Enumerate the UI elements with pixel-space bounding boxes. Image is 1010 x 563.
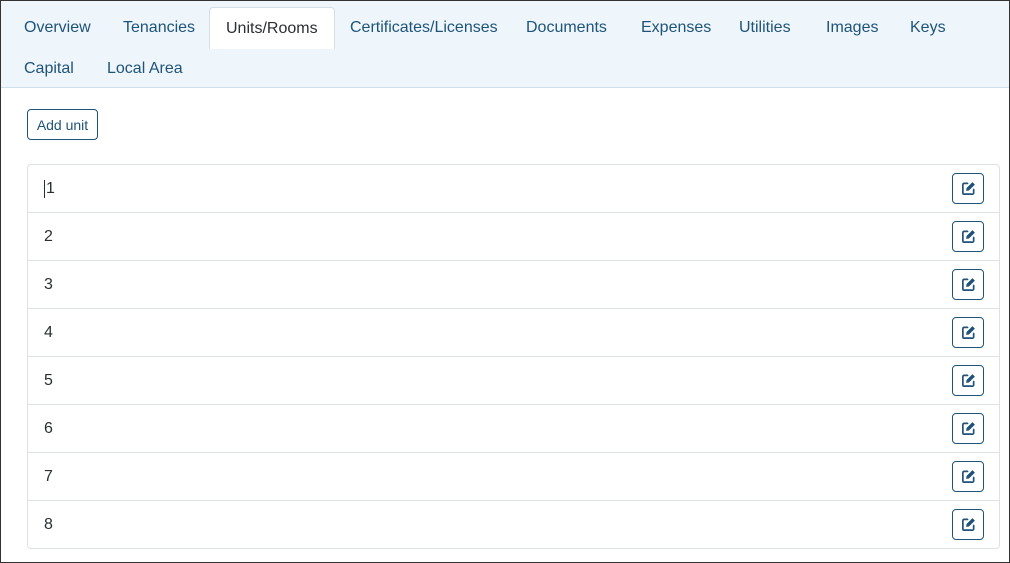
unit-name: 2 [44,227,53,245]
unit-name: 1 [46,179,55,197]
unit-name: 6 [44,419,53,437]
edit-unit-button[interactable] [952,461,984,492]
unit-row: 7 [28,452,999,500]
edit-unit-button[interactable] [952,317,984,348]
unit-name: 7 [44,467,53,485]
unit-name: 8 [44,515,53,533]
unit-row: 5 [28,356,999,404]
unit-row: 1 [28,165,999,212]
edit-unit-button[interactable] [952,365,984,396]
edit-unit-button[interactable] [952,509,984,540]
edit-icon [961,374,975,387]
unit-row: 6 [28,404,999,452]
unit-row: 4 [28,308,999,356]
unit-name: 5 [44,371,53,389]
edit-unit-button[interactable] [952,269,984,300]
unit-row: 8 [28,500,999,548]
tab-keys[interactable]: Keys [910,8,946,48]
text-cursor [44,179,45,198]
tab-utilities[interactable]: Utilities [739,8,791,48]
edit-icon [961,326,975,339]
tab-tenancies[interactable]: Tenancies [123,8,195,48]
tab-capital[interactable]: Capital [24,49,74,89]
edit-icon [961,422,975,435]
edit-icon [961,518,975,531]
unit-row: 3 [28,260,999,308]
tab-bar: Overview Tenancies Units/Rooms Certifica… [1,1,1009,88]
app-frame: Overview Tenancies Units/Rooms Certifica… [0,0,1010,563]
edit-unit-button[interactable] [952,173,984,204]
tab-local-area[interactable]: Local Area [107,49,183,89]
add-unit-button[interactable]: Add unit [27,109,98,140]
tab-documents[interactable]: Documents [526,8,607,48]
unit-row: 2 [28,212,999,260]
edit-unit-button[interactable] [952,413,984,444]
edit-icon [961,470,975,483]
tab-certificates-licenses[interactable]: Certificates/Licenses [350,8,498,48]
unit-name: 4 [44,323,53,341]
tab-expenses[interactable]: Expenses [641,8,711,48]
tab-units-rooms[interactable]: Units/Rooms [209,7,335,49]
edit-icon [961,278,975,291]
edit-icon [961,230,975,243]
edit-icon [961,182,975,195]
tab-images[interactable]: Images [826,8,878,48]
unit-name: 3 [44,275,53,293]
unit-list: 1 2 3 4 5 6 7 8 [27,164,1000,549]
edit-unit-button[interactable] [952,221,984,252]
tab-overview[interactable]: Overview [24,8,91,48]
